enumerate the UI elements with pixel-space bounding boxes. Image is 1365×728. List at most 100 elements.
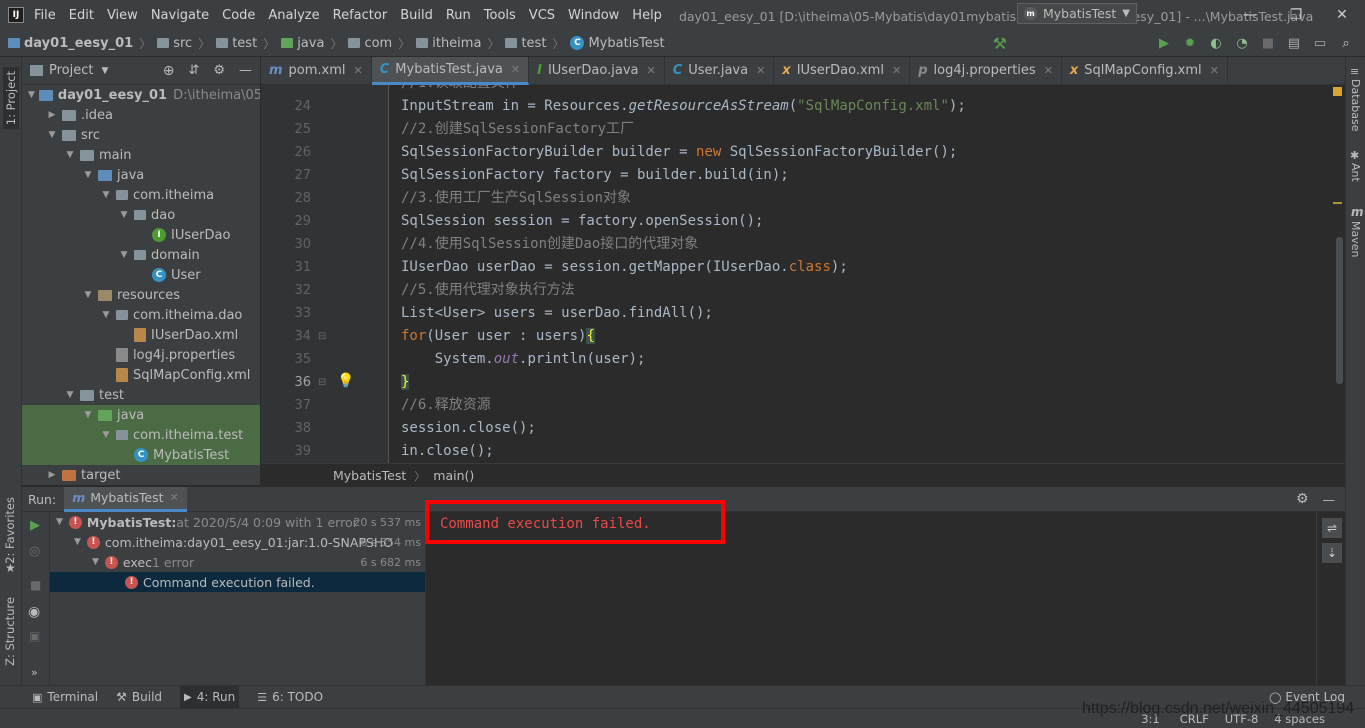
project-tree-node[interactable]: C MybatisTest bbox=[22, 445, 260, 465]
hide-panel-icon[interactable]: — bbox=[239, 63, 252, 78]
chevron-down-icon[interactable]: ▼ bbox=[118, 250, 130, 260]
rerun-icon[interactable]: ▶ bbox=[30, 518, 40, 533]
run-tab[interactable]: ▶ 4: Run bbox=[180, 685, 240, 709]
project-tree-node[interactable]: ▶ target bbox=[22, 465, 260, 485]
chevron-down-icon[interactable]: ▼ bbox=[64, 150, 76, 160]
editor-tab[interactable]: I IUserDao.java ✕ bbox=[529, 56, 665, 85]
breadcrumb-class[interactable]: MybatisTest bbox=[333, 468, 406, 483]
chevron-down-icon[interactable]: ▼ bbox=[100, 430, 112, 440]
chevron-right-icon[interactable]: ▶ bbox=[46, 110, 58, 120]
stop-icon[interactable]: ■ bbox=[30, 578, 41, 592]
menu-vcs[interactable]: VCS bbox=[529, 8, 555, 23]
favorites-tool-tab[interactable]: 2: Favorites bbox=[3, 497, 17, 564]
chevron-right-icon[interactable]: ▶ bbox=[46, 470, 58, 480]
coverage-icon[interactable]: ◐ bbox=[1205, 33, 1227, 55]
chevron-down-icon[interactable]: ▼ bbox=[28, 90, 35, 100]
menu-view[interactable]: View bbox=[107, 8, 138, 23]
editor-tab[interactable]: p log4j.properties ✕ bbox=[910, 56, 1062, 85]
camera-icon[interactable]: ▣ bbox=[29, 629, 40, 643]
project-tree-node[interactable]: ▼ dao bbox=[22, 205, 260, 225]
terminal-tab[interactable]: ▣ Terminal bbox=[32, 690, 98, 704]
breadcrumb-item[interactable]: day01_eesy_01 〉 bbox=[8, 35, 151, 52]
chevron-down-icon[interactable]: ▼ bbox=[82, 170, 94, 180]
chevron-down-icon[interactable]: ▼ bbox=[92, 557, 99, 567]
run-tree-node[interactable]: ! Command execution failed. bbox=[50, 572, 425, 592]
breadcrumb-item[interactable]: src 〉 bbox=[157, 35, 210, 52]
chevron-down-icon[interactable]: ▼ bbox=[100, 310, 112, 320]
maximize-button[interactable]: ❐ bbox=[1273, 7, 1319, 23]
lightbulb-icon[interactable]: 💡 bbox=[337, 373, 354, 389]
gear-icon[interactable]: ⚙ bbox=[1296, 491, 1309, 507]
editor-tab[interactable]: m pom.xml ✕ bbox=[261, 56, 372, 85]
chevron-down-icon[interactable]: ▼ bbox=[74, 537, 81, 547]
project-tree-node[interactable]: ▼ java bbox=[22, 405, 260, 425]
intellij-app-icon[interactable]: IJ bbox=[8, 7, 24, 23]
scroll-to-end-icon[interactable]: ⇣ bbox=[1322, 543, 1342, 563]
chevron-down-icon[interactable]: ▼ bbox=[118, 210, 130, 220]
fold-marker-icon[interactable]: ⊟ bbox=[318, 377, 326, 388]
project-tree-node[interactable]: ▼ com.itheima.dao bbox=[22, 305, 260, 325]
chevron-down-icon[interactable]: ▼ bbox=[56, 517, 63, 527]
ant-tool-tab[interactable]: Ant bbox=[1349, 163, 1362, 182]
menu-window[interactable]: Window bbox=[568, 8, 619, 23]
project-tree-node[interactable]: ▼ domain bbox=[22, 245, 260, 265]
close-tab-icon[interactable]: ✕ bbox=[170, 491, 179, 504]
profile-icon[interactable]: ◔ bbox=[1231, 33, 1253, 55]
project-tree-node[interactable]: ▼ src bbox=[22, 125, 260, 145]
run-tree-node[interactable]: ▼! exec 1 error 6 s 682 ms bbox=[50, 552, 425, 572]
toggle-view-icon[interactable]: ◎ bbox=[29, 544, 40, 559]
menu-tools[interactable]: Tools bbox=[484, 8, 516, 23]
breadcrumb-method[interactable]: main() bbox=[433, 468, 474, 483]
chevron-down-icon[interactable]: ▼ bbox=[46, 130, 58, 140]
project-view-selector[interactable]: Project bbox=[49, 63, 93, 78]
menu-analyze[interactable]: Analyze bbox=[268, 8, 319, 23]
code-editor[interactable]: //1.读取配置文件InputStream in = Resources.get… bbox=[390, 85, 1345, 463]
chevron-down-icon[interactable]: ▼ bbox=[64, 390, 76, 400]
collapse-all-icon[interactable]: ⇵ bbox=[188, 63, 199, 78]
inspection-status-icon[interactable] bbox=[1333, 87, 1342, 96]
close-window-button[interactable]: ✕ bbox=[1319, 7, 1365, 23]
close-tab-icon[interactable]: ✕ bbox=[1210, 64, 1219, 77]
project-tree-node[interactable]: ▼ com.itheima.test bbox=[22, 425, 260, 445]
warning-marker[interactable] bbox=[1333, 202, 1342, 204]
layout-icon[interactable]: ▭ bbox=[1309, 33, 1331, 55]
project-tree-node[interactable]: IUserDao.xml bbox=[22, 325, 260, 345]
project-tree-node[interactable]: ▶ .idea bbox=[22, 105, 260, 125]
locate-target-icon[interactable]: ⊕ bbox=[163, 63, 175, 79]
chevron-down-icon[interactable]: ▼ bbox=[82, 290, 94, 300]
breadcrumb-item[interactable]: java 〉 bbox=[281, 35, 342, 52]
menu-navigate[interactable]: Navigate bbox=[151, 8, 209, 23]
menu-code[interactable]: Code bbox=[222, 8, 255, 23]
close-tab-icon[interactable]: ✕ bbox=[511, 63, 520, 76]
menu-edit[interactable]: Edit bbox=[69, 8, 94, 23]
eye-icon[interactable]: ◉ bbox=[28, 604, 40, 620]
fold-marker-icon[interactable]: ⊟ bbox=[318, 331, 326, 342]
breadcrumb-item[interactable]: itheima 〉 bbox=[416, 35, 499, 52]
debug-icon[interactable]: ✹ bbox=[1179, 33, 1201, 55]
menu-file[interactable]: File bbox=[34, 8, 56, 23]
project-tree-node[interactable]: ▼ resources bbox=[22, 285, 260, 305]
project-tree-node[interactable]: log4j.properties bbox=[22, 345, 260, 365]
project-tool-tab[interactable]: 1: Project bbox=[3, 67, 19, 130]
build-tab[interactable]: ⚒ Build bbox=[116, 690, 162, 704]
minimize-button[interactable]: — bbox=[1227, 7, 1273, 23]
menu-build[interactable]: Build bbox=[400, 8, 433, 23]
project-structure-icon[interactable]: ▤ bbox=[1283, 33, 1305, 55]
chevron-down-icon[interactable]: ▼ bbox=[101, 66, 108, 76]
soft-wrap-icon[interactable]: ⇌ bbox=[1322, 518, 1342, 538]
project-tree-node[interactable]: C User bbox=[22, 265, 260, 285]
editor-tab[interactable]: C MybatisTest.java ✕ bbox=[371, 56, 530, 85]
run-icon[interactable]: ▶ bbox=[1153, 33, 1175, 55]
build-hammer-icon[interactable]: ⚒ bbox=[993, 34, 1007, 53]
expand-more-icon[interactable]: » bbox=[31, 666, 38, 679]
close-tab-icon[interactable]: ✕ bbox=[1044, 64, 1053, 77]
run-tab-mybatistest[interactable]: m MybatisTest ✕ bbox=[64, 486, 187, 512]
project-tree-node[interactable]: I IUserDao bbox=[22, 225, 260, 245]
close-tab-icon[interactable]: ✕ bbox=[647, 64, 656, 77]
breadcrumb-item[interactable]: test 〉 bbox=[505, 35, 564, 52]
project-tree-node[interactable]: ▼ com.itheima bbox=[22, 185, 260, 205]
todo-tab[interactable]: ☰ 6: TODO bbox=[257, 690, 323, 704]
chevron-down-icon[interactable]: ▼ bbox=[82, 410, 94, 420]
stop-icon[interactable]: ■ bbox=[1257, 33, 1279, 55]
breadcrumb-item[interactable]: test 〉 bbox=[216, 35, 275, 52]
